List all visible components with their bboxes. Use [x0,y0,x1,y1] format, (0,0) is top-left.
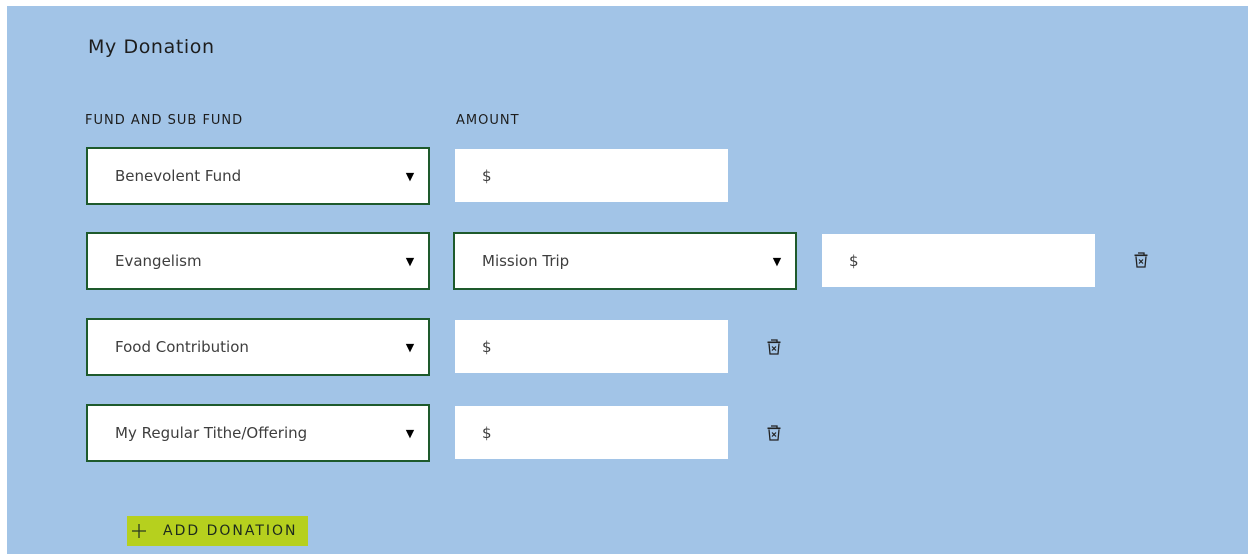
sub-fund-select-row-2[interactable]: Mission Trip ▼ [453,232,797,290]
chevron-down-icon: ▼ [405,340,415,354]
amount-input-row-1[interactable]: $ [455,149,728,202]
fund-select-value: My Regular Tithe/Offering [115,424,308,442]
amount-input-row-4[interactable]: $ [455,406,728,459]
currency-symbol: $ [482,337,492,356]
amount-input-row-3[interactable]: $ [455,320,728,373]
fund-select-value: Evangelism [115,252,202,270]
fund-select-row-4[interactable]: My Regular Tithe/Offering ▼ [86,404,430,462]
trash-icon[interactable] [765,424,783,442]
chevron-down-icon: ▼ [405,426,415,440]
sub-fund-select-value: Mission Trip [482,252,570,270]
currency-symbol: $ [482,423,492,442]
donation-panel: My Donation FUND AND SUB FUND AMOUNT Ben… [7,6,1248,554]
trash-icon[interactable] [1132,251,1150,269]
fund-select-value: Benevolent Fund [115,167,242,185]
plus-icon [132,524,146,538]
column-header-fund: FUND AND SUB FUND [85,113,244,128]
fund-select-row-3[interactable]: Food Contribution ▼ [86,318,430,376]
page-title: My Donation [88,36,215,58]
trash-icon[interactable] [765,338,783,356]
chevron-down-icon: ▼ [405,254,415,268]
fund-select-value: Food Contribution [115,338,249,356]
fund-select-row-1[interactable]: Benevolent Fund ▼ [86,147,430,205]
currency-symbol: $ [849,251,859,270]
add-donation-button[interactable]: ADD DONATION [127,516,308,546]
chevron-down-icon: ▼ [772,254,782,268]
amount-input-row-2[interactable]: $ [822,234,1095,287]
add-donation-label: ADD DONATION [163,523,298,539]
chevron-down-icon: ▼ [405,169,415,183]
column-header-amount: AMOUNT [456,113,520,128]
currency-symbol: $ [482,166,492,185]
fund-select-row-2[interactable]: Evangelism ▼ [86,232,430,290]
